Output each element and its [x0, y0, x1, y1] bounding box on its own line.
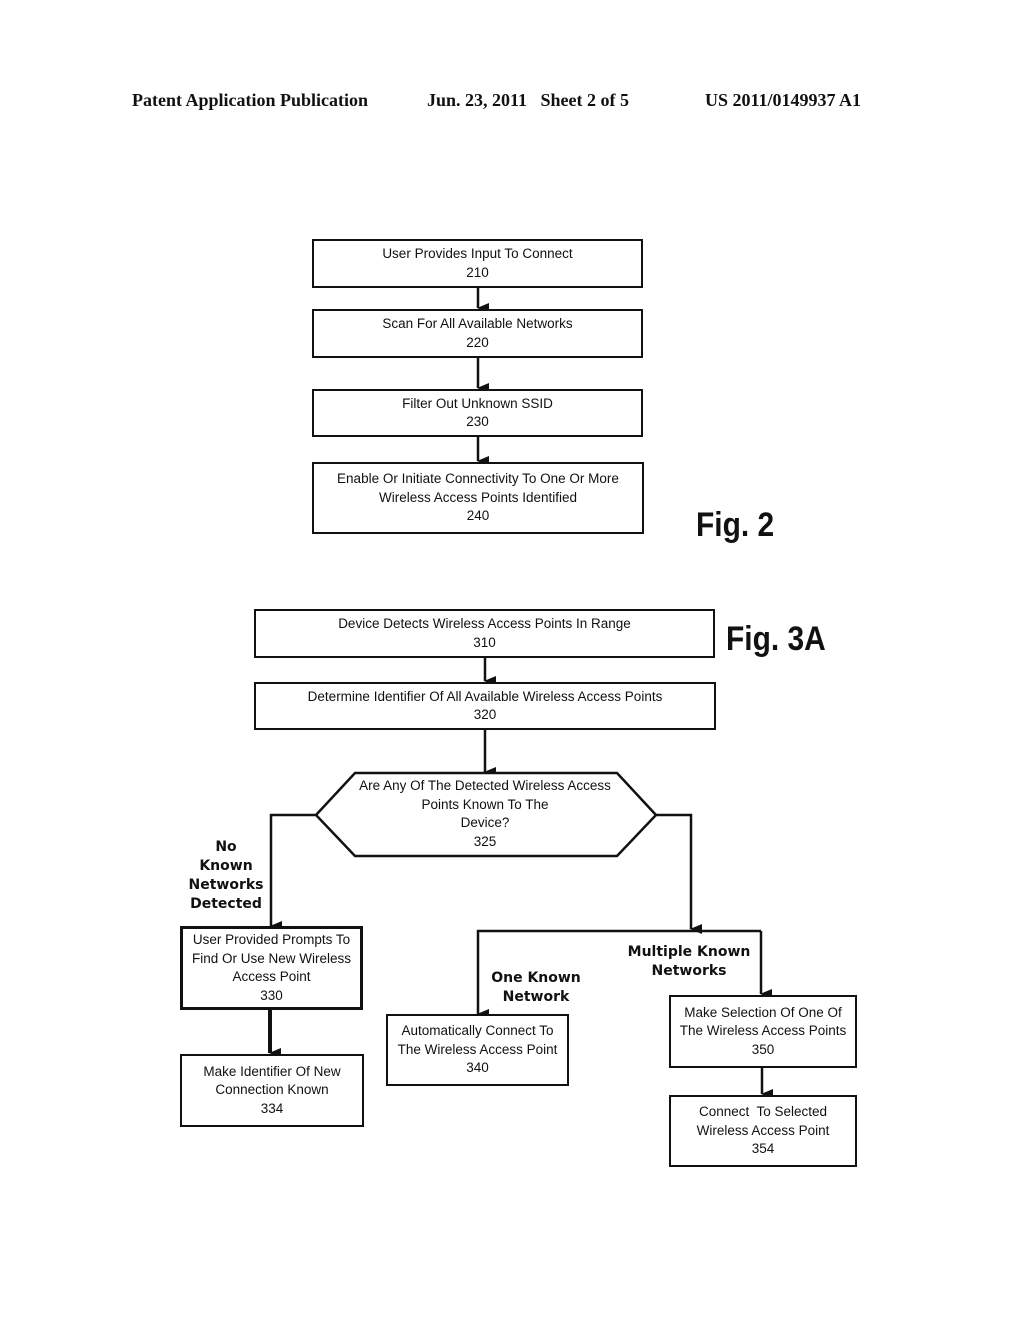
- step-334-line1: Make Identifier Of New: [203, 1063, 341, 1079]
- branch-none-line: [269, 813, 316, 931]
- step-240-ref: 240: [466, 508, 490, 524]
- step-230-ref: 230: [466, 414, 489, 429]
- step-210-text: User Provides Input To Connect: [382, 246, 573, 261]
- decision-325: Are Any Of The Detected Wireless Access …: [330, 777, 640, 851]
- step-240-text-line1: Enable Or Initiate Connectivity To One O…: [337, 471, 619, 487]
- step-350-ref: 350: [751, 1041, 775, 1057]
- step-220-ref: 220: [466, 334, 489, 350]
- step-330-line3: Access Point: [232, 969, 311, 984]
- step-220-text: Scan For All Available Networks: [382, 316, 573, 331]
- decision-325-line1: Are Any Of The Detected Wireless Access: [359, 778, 611, 793]
- step-310-ref: 310: [473, 634, 496, 650]
- step-334-ref: 334: [260, 1100, 284, 1116]
- branch-label-multiple-known-line1: Multiple Known: [627, 944, 751, 960]
- branch-label-no-known-line1: No: [215, 839, 237, 855]
- step-240-text-line2: Wireless Access Points Identified: [378, 489, 578, 505]
- step-334-line2: Connection Known: [215, 1082, 329, 1098]
- step-340-ref: 340: [466, 1060, 489, 1076]
- step-210-ref: 210: [466, 264, 489, 280]
- branch-label-multiple-known: Multiple Known Networks: [620, 943, 758, 981]
- step-350-line2: The Wireless Access Points: [679, 1023, 847, 1039]
- flowchart-connectors: [268, 287, 773, 1099]
- step-330-ref: 330: [260, 987, 283, 1003]
- branch-label-no-known-line4: Detected: [190, 896, 262, 912]
- step-210: User Provides Input To Connect 210: [312, 239, 643, 288]
- branch-label-one-known-line1: One Known: [491, 970, 581, 986]
- decision-325-line3: Device?: [460, 815, 510, 830]
- step-350-line1: Make Selection Of One Of: [684, 1004, 842, 1020]
- branch-label-one-known-line2: Network: [502, 989, 570, 1005]
- branch-label-multiple-known-line2: Networks: [651, 963, 727, 979]
- step-320-ref: 320: [473, 707, 497, 722]
- step-320: Determine Identifier Of All Available Wi…: [254, 682, 716, 730]
- step-354: Connect To Selected Wireless Access Poin…: [669, 1095, 857, 1167]
- step-354-line2: Wireless Access Point: [696, 1122, 830, 1138]
- branch-right-line: [656, 813, 702, 934]
- step-340-line1: Automatically Connect To: [401, 1023, 554, 1039]
- step-334: Make Identifier Of New Connection Known …: [180, 1054, 364, 1127]
- branch-label-one-known: One Known Network: [482, 969, 590, 1007]
- step-230: Filter Out Unknown SSID 230: [312, 389, 643, 437]
- branch-label-no-known: No Known Networks Detected: [186, 838, 266, 914]
- step-220: Scan For All Available Networks 220: [312, 309, 643, 358]
- step-354-line1: Connect To Selected: [698, 1104, 828, 1120]
- branch-label-no-known-line2: Known: [199, 858, 253, 874]
- step-330-line1: User Provided Prompts To: [192, 932, 351, 947]
- fig3a-label: Fig. 3A: [726, 620, 826, 658]
- step-340-line2: The Wireless Access Point: [397, 1041, 558, 1057]
- step-340: Automatically Connect To The Wireless Ac…: [386, 1014, 569, 1086]
- step-330-line2: Find Or Use New Wireless: [191, 950, 352, 966]
- branch-label-no-known-line3: Networks: [188, 877, 264, 893]
- step-354-ref: 354: [751, 1141, 775, 1157]
- fig2-label: Fig. 2: [696, 506, 775, 544]
- step-230-text: Filter Out Unknown SSID: [402, 395, 553, 411]
- decision-325-ref: 325: [473, 833, 497, 849]
- decision-325-line2: Points Known To The: [421, 796, 549, 812]
- step-310: Device Detects Wireless Access Points In…: [254, 609, 715, 658]
- step-320-text: Determine Identifier Of All Available Wi…: [307, 688, 663, 704]
- step-350: Make Selection Of One Of The Wireless Ac…: [669, 995, 857, 1068]
- step-310-text: Device Detects Wireless Access Points In…: [338, 616, 631, 631]
- step-240: Enable Or Initiate Connectivity To One O…: [312, 462, 644, 534]
- step-330: User Provided Prompts To Find Or Use New…: [180, 926, 363, 1010]
